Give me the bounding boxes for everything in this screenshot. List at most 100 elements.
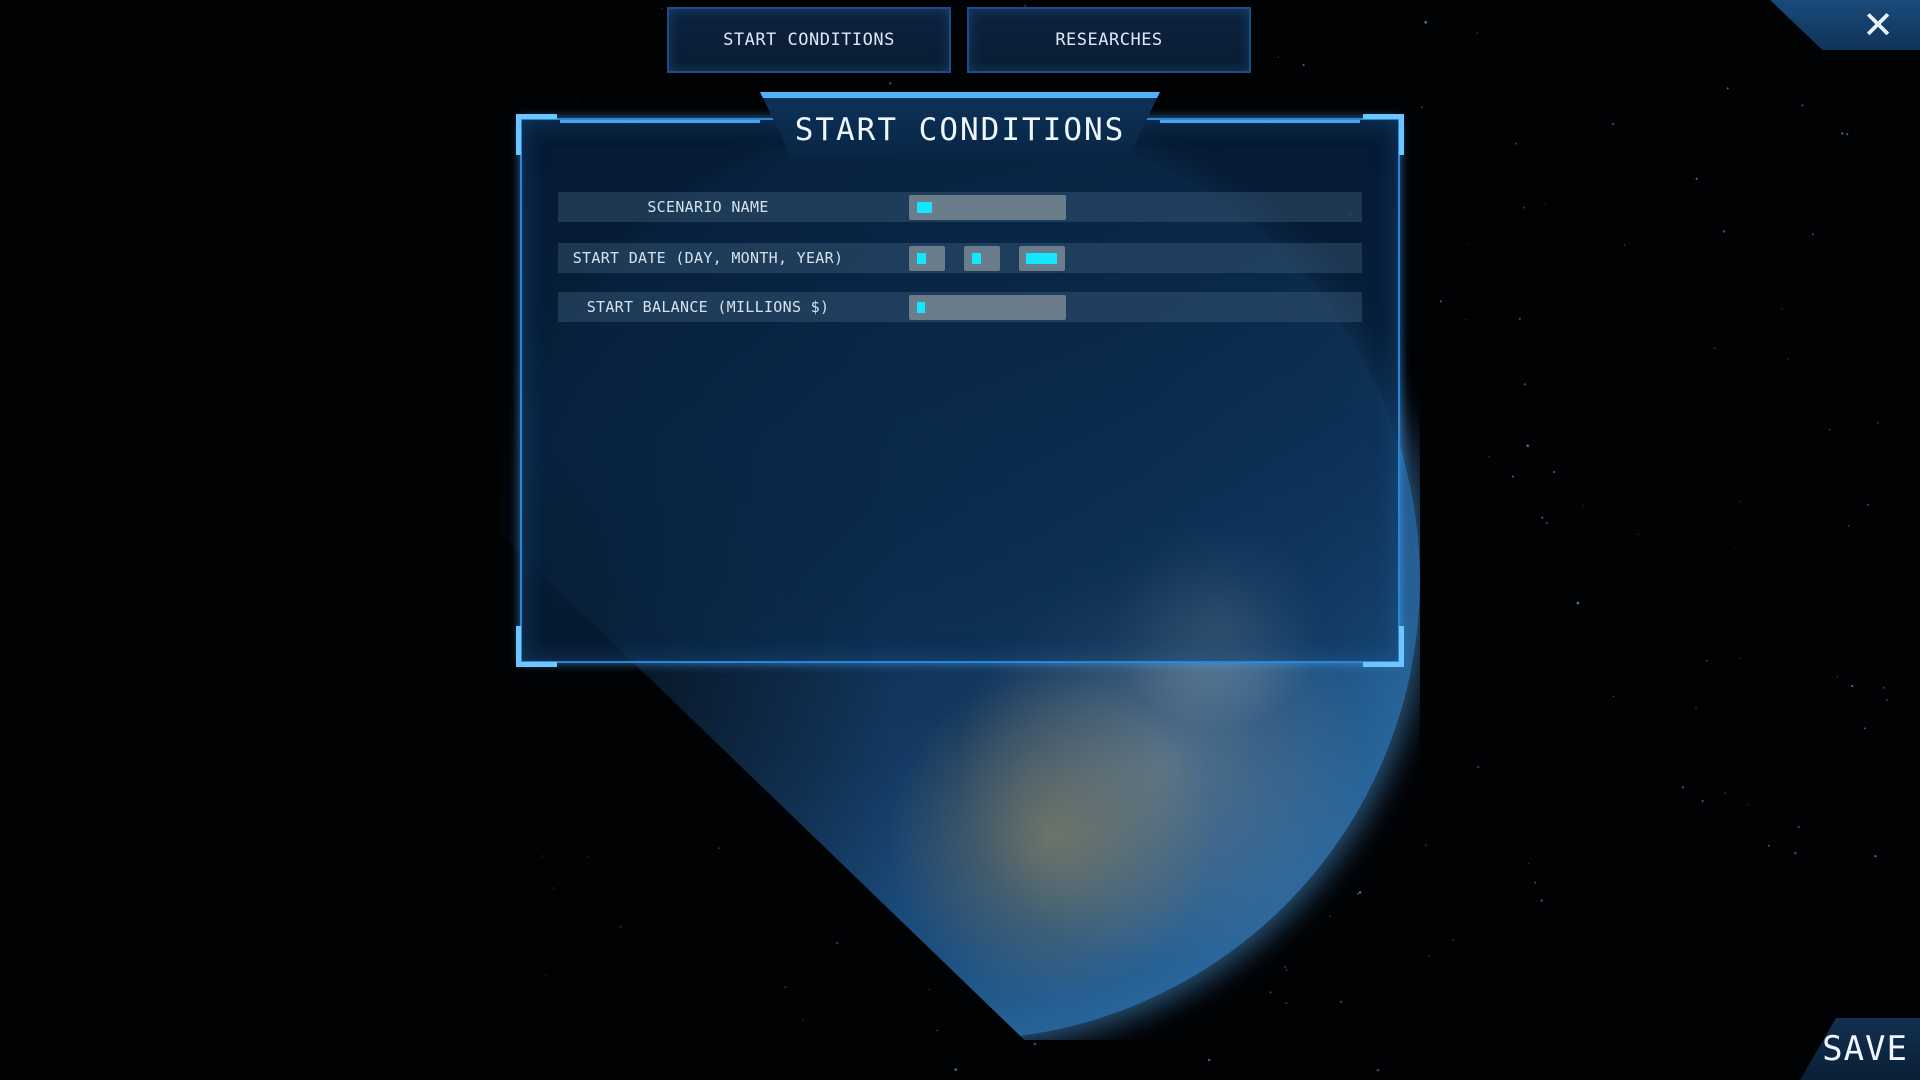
star: [331, 721, 333, 724]
star: [1747, 804, 1749, 806]
star: [527, 72, 529, 75]
star: [1724, 792, 1727, 795]
star: [1701, 800, 1704, 802]
star: [1518, 317, 1521, 320]
star: [1420, 106, 1423, 109]
star: [587, 855, 590, 859]
star: [65, 989, 67, 991]
scenario-name-input[interactable]: [909, 195, 1066, 220]
text-caret: [1026, 253, 1057, 264]
start-balance-input[interactable]: [909, 295, 1066, 320]
star: [552, 887, 555, 890]
star: [1541, 516, 1544, 519]
star: [140, 840, 143, 843]
star: [185, 140, 187, 142]
star: [431, 268, 434, 271]
scenario-name-row: SCENARIO NAME: [558, 192, 1362, 222]
star: [576, 97, 578, 100]
star: [1302, 63, 1305, 66]
star: [936, 1029, 938, 1032]
star: [1797, 825, 1801, 829]
star: [1612, 695, 1615, 698]
star: [954, 1068, 958, 1071]
star: [15, 599, 18, 603]
star: [570, 965, 573, 968]
star: [351, 80, 353, 82]
star: [284, 876, 286, 878]
panel-corner-decoration: [1363, 626, 1404, 667]
star: [1801, 104, 1804, 107]
star: [10, 405, 13, 408]
star: [1874, 855, 1877, 858]
text-caret: [917, 202, 932, 213]
star: [201, 304, 204, 308]
star: [486, 789, 488, 792]
tab-start-conditions[interactable]: START CONDITIONS: [667, 7, 951, 73]
star: [1726, 87, 1729, 90]
star: [1207, 1058, 1211, 1062]
star: [1713, 347, 1716, 350]
start-day-input[interactable]: [909, 246, 945, 271]
panel-title: START CONDITIONS: [794, 112, 1126, 148]
star: [72, 839, 74, 841]
header-line-decoration: [1160, 120, 1360, 123]
star: [1681, 786, 1684, 789]
star: [169, 566, 172, 568]
star: [784, 986, 787, 989]
star: [134, 146, 136, 148]
panel-corner-decoration: [516, 114, 557, 155]
star: [86, 821, 88, 823]
star: [1511, 475, 1514, 478]
star: [1285, 969, 1288, 971]
star: [1424, 21, 1427, 24]
star: [277, 467, 280, 470]
star: [418, 507, 422, 511]
start-year-input[interactable]: [1019, 246, 1065, 271]
star: [1739, 657, 1741, 659]
star: [1339, 1000, 1343, 1003]
star: [1787, 358, 1789, 360]
star: [1611, 122, 1615, 126]
panel-corner-decoration: [516, 626, 557, 667]
star: [1477, 766, 1480, 769]
text-caret: [917, 302, 925, 313]
text-caret: [917, 253, 926, 264]
star: [1540, 899, 1543, 902]
star: [835, 942, 839, 945]
star: [212, 38, 214, 40]
star: [144, 950, 146, 953]
star: [371, 715, 375, 719]
star: [194, 1057, 198, 1061]
star: [619, 925, 622, 929]
star: [1488, 456, 1490, 458]
star: [330, 324, 332, 327]
star: [928, 988, 930, 990]
star: [395, 633, 397, 636]
star: [1866, 503, 1870, 507]
star: [428, 27, 432, 30]
star: [357, 44, 360, 47]
star: [1358, 891, 1362, 894]
star: [1033, 1042, 1037, 1046]
star: [273, 585, 276, 588]
star: [1439, 300, 1442, 303]
star: [1722, 230, 1726, 233]
start-date-label: START DATE (DAY, MONTH, YEAR): [572, 249, 844, 267]
star: [1695, 706, 1697, 709]
tab-researches[interactable]: RESEARCHES: [967, 7, 1251, 73]
star: [365, 677, 368, 680]
star: [429, 980, 433, 983]
start-month-input[interactable]: [964, 246, 1000, 271]
star: [426, 463, 428, 465]
star: [495, 310, 497, 312]
star: [1523, 206, 1526, 209]
star: [1836, 676, 1839, 678]
star: [1767, 844, 1770, 847]
star: [2, 511, 5, 514]
star: [541, 854, 545, 858]
star: [1285, 1002, 1288, 1004]
star: [482, 142, 485, 145]
star: [1514, 142, 1517, 145]
game-scene: START CONDITIONS RESEARCHES ✕ START COND…: [0, 0, 1920, 1080]
star: [81, 434, 83, 437]
